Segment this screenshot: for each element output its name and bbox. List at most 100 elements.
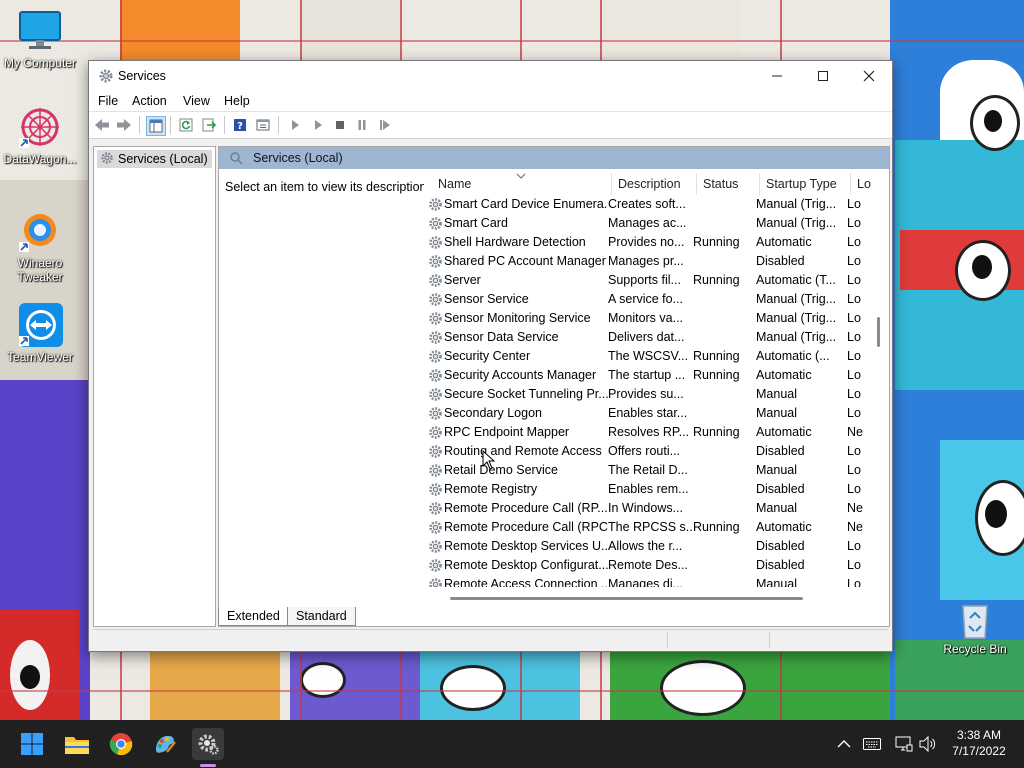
restart-service-icon[interactable] [376, 116, 394, 134]
help-icon[interactable]: ? [231, 116, 249, 134]
tab-extended[interactable]: Extended [218, 607, 289, 626]
column-separator[interactable] [850, 173, 851, 195]
service-row[interactable]: Sensor Service A service fo... Manual (Tri… [424, 290, 869, 309]
service-row[interactable]: Remote Procedure Call (RPC) The RPCSS s..… [424, 518, 869, 537]
volume-icon[interactable] [912, 728, 944, 760]
service-row[interactable]: Shell Hardware Detection Provides no... Ru… [424, 233, 869, 252]
service-log-on-as: Lo [847, 254, 861, 268]
desktop-icon-my-computer[interactable]: My Computer [0, 8, 80, 70]
column-header-description[interactable]: Description [618, 177, 681, 191]
column-separator[interactable] [696, 173, 697, 195]
services-pane: Services (Local) Select an item to view … [218, 146, 890, 627]
tree-node-label: Services (Local) [118, 152, 208, 166]
service-description: Allows the r... [608, 539, 683, 553]
refresh-icon[interactable] [177, 116, 195, 134]
service-startup-type: Automatic [756, 368, 812, 382]
vertical-scrollbar-thumb[interactable] [877, 317, 880, 347]
gear-icon [428, 273, 443, 291]
minimize-button[interactable] [754, 61, 800, 91]
start-service-alt-icon[interactable] [309, 116, 327, 134]
service-row[interactable]: Smart Card Manages ac... Manual (Trig... Lo [424, 214, 869, 233]
file-explorer-icon[interactable] [61, 728, 93, 760]
forward-arrow-icon[interactable] [115, 116, 133, 134]
wallpaper-shape [984, 110, 1002, 132]
teamviewer-icon [17, 302, 63, 348]
start-service-icon[interactable] [286, 116, 304, 134]
service-log-on-as: Lo [847, 273, 861, 287]
service-row[interactable]: RPC Endpoint Mapper Resolves RP... Running… [424, 423, 869, 442]
service-row[interactable]: Secure Socket Tunneling Pr... Provides su… [424, 385, 869, 404]
keyboard-icon[interactable] [856, 728, 888, 760]
menu-file[interactable]: File [98, 94, 118, 108]
pane-header: Services (Local) [219, 147, 889, 169]
service-log-on-as: Lo [847, 558, 861, 572]
service-row[interactable]: Smart Card Device Enumera... Creates soft… [424, 195, 869, 214]
vertical-scrollbar[interactable] [877, 199, 881, 587]
taskbar-clock[interactable]: 3:38 AM 7/17/2022 [944, 727, 1014, 759]
start-button-windows-icon[interactable] [16, 728, 48, 760]
export-list-icon[interactable] [200, 116, 218, 134]
service-log-on-as: Lo [847, 406, 861, 420]
service-description: Remote Des... [608, 558, 688, 572]
taskbar: 3:38 AM 7/17/2022 [0, 720, 1024, 768]
chrome-icon[interactable] [105, 728, 137, 760]
service-row[interactable]: Remote Desktop Configurat... Remote Des..… [424, 556, 869, 575]
service-status: Running [693, 349, 740, 363]
toolbar: ? [89, 111, 892, 139]
properties-icon[interactable] [254, 116, 272, 134]
stop-service-icon[interactable] [331, 116, 349, 134]
pane-header-title: Services (Local) [253, 151, 343, 165]
pause-service-icon[interactable] [353, 116, 371, 134]
column-header-name[interactable]: Name [438, 177, 471, 191]
services-taskbar-gear-icon[interactable] [192, 728, 224, 760]
column-header-status[interactable]: Status [703, 177, 738, 191]
menu-action[interactable]: Action [132, 94, 167, 108]
service-startup-type: Automatic [756, 425, 812, 439]
window-title: Services [118, 69, 166, 83]
service-status: Running [693, 235, 740, 249]
service-row[interactable]: Shared PC Account Manager Manages pr... Di… [424, 252, 869, 271]
service-row[interactable]: Security Accounts Manager The startup ...… [424, 366, 869, 385]
service-row[interactable]: Security Center The WSCSV... Running Automa… [424, 347, 869, 366]
service-row[interactable]: Sensor Data Service Delivers dat... Manual… [424, 328, 869, 347]
service-row[interactable]: Remote Procedure Call (RP... In Windows..… [424, 499, 869, 518]
horizontal-scrollbar-thumb[interactable] [450, 597, 803, 600]
tree-node-services-local[interactable]: Services (Local) [97, 150, 212, 168]
service-startup-type: Automatic [756, 520, 812, 534]
back-arrow-icon[interactable] [93, 116, 111, 134]
service-startup-type: Manual (Trig... [756, 197, 837, 211]
desktop-icon-recycle-bin[interactable]: Recycle Bin [935, 600, 1015, 656]
service-row[interactable]: Server Supports fil... Running Automatic (T… [424, 271, 869, 290]
service-startup-type: Manual [756, 577, 797, 587]
title-bar[interactable]: Services [89, 61, 892, 91]
service-row[interactable]: Remote Registry Enables rem... Disabled Lo [424, 480, 869, 499]
menu-help[interactable]: Help [224, 94, 250, 108]
column-header-log-on-as[interactable]: Lo [857, 177, 871, 191]
service-row[interactable]: Sensor Monitoring Service Monitors va... M… [424, 309, 869, 328]
close-button[interactable] [846, 61, 892, 91]
show-hide-console-tree-icon[interactable] [146, 116, 166, 136]
paint-app-icon[interactable] [149, 728, 181, 760]
service-name: Shared PC Account Manager [444, 254, 606, 268]
service-log-on-as: Lo [847, 539, 861, 553]
tab-standard[interactable]: Standard [287, 607, 356, 626]
service-row[interactable]: Remote Desktop Services U... Allows the r… [424, 537, 869, 556]
menu-view[interactable]: View [183, 94, 210, 108]
maximize-button[interactable] [800, 61, 846, 91]
menu-bar: File Action View Help [89, 91, 892, 111]
service-row[interactable]: Remote Access Connection ... Manages di..… [424, 575, 869, 587]
gear-icon [428, 330, 443, 348]
wallpaper-shape [610, 650, 890, 720]
service-name: Retail Demo Service [444, 463, 558, 477]
service-row[interactable]: Secondary Logon Enables star... Manual Lo [424, 404, 869, 423]
desktop-icon-winaero-tweaker[interactable]: Winaero Tweaker [0, 208, 80, 284]
service-name: Sensor Service [444, 292, 529, 306]
desktop-icon-datawagon[interactable]: DataWagon... [0, 104, 80, 166]
column-separator[interactable] [759, 173, 760, 195]
column-separator[interactable] [611, 173, 612, 195]
desktop-icon-teamviewer[interactable]: TeamViewer [0, 302, 80, 364]
column-header-startup-type[interactable]: Startup Type [766, 177, 837, 191]
service-log-on-as: Lo [847, 577, 861, 587]
desktop-icon-label: Winaero Tweaker [17, 256, 63, 284]
gear-icon [100, 151, 114, 168]
